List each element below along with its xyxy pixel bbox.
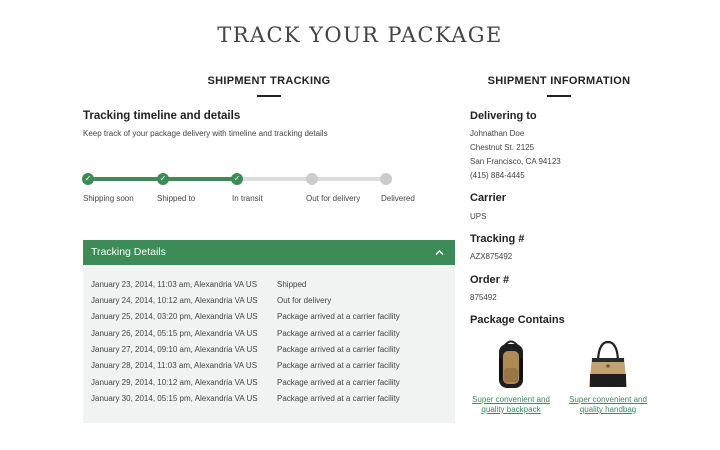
tracking-row: January 23, 2014, 11:03 am, Alexandria V… [91,280,306,289]
tracking-row: January 30, 2014, 05:15 pm, Alexandria V… [91,394,400,403]
tracking-row-date: January 24, 2014, 10:12 am, Alexandria V… [91,296,258,305]
tracking-row: January 24, 2014, 10:12 am, Alexandria V… [91,296,331,305]
shipment-tracking-heading: SHIPMENT TRACKING [189,75,349,97]
tracking-row-date: January 23, 2014, 11:03 am, Alexandria V… [91,280,258,289]
product-item-backpack: Super convenient and quality backpack [466,338,556,415]
step-marker-delivered [380,173,392,185]
product-link-line: Super convenient and [472,395,550,404]
backpack-image[interactable] [494,338,528,390]
check-icon: ✓ [159,174,167,183]
product-link-line: quality handbag [579,405,637,414]
carrier-value: UPS [470,212,487,221]
check-icon: ✓ [233,174,241,183]
step-marker-in-transit: ✓ [231,173,243,185]
tracking-details-toggle[interactable]: Tracking Details [83,240,455,265]
shipment-information-heading: SHIPMENT INFORMATION [474,75,644,97]
tracking-row-status: Package arrived at a carrier facility [277,378,400,387]
tracking-row-status: Package arrived at a carrier facility [277,361,400,370]
timeline-title: Tracking timeline and details [83,110,241,122]
carrier-label: Carrier [470,192,507,204]
heading-underline [547,95,571,97]
handbag-image[interactable] [586,338,630,390]
tracking-details-panel: Tracking Details January 23, 2014, 11:03… [83,240,455,423]
tracking-row-date: January 28, 2014, 11:03 am, Alexandria V… [91,361,258,370]
tracking-row-status: Shipped [277,280,307,289]
step-label: Out for delivery [306,194,361,203]
tracking-row-date: January 27, 2014, 09:10 am, Alexandria V… [91,345,258,354]
tracking-row-date: January 25, 2014, 03:20 pm, Alexandria V… [91,312,258,321]
tracking-row-date: January 29, 2014, 10:12 am, Alexandria V… [91,378,258,387]
product-link-backpack[interactable]: Super convenient and quality backpack [466,395,556,415]
delivering-to-label: Delivering to [470,110,537,122]
tracking-row: January 26, 2014, 05:15 pm, Alexandria V… [91,329,400,338]
step-label: In transit [232,194,263,203]
tracking-row-status: Package arrived at a carrier facility [277,345,400,354]
tracking-row: January 29, 2014, 10:12 am, Alexandria V… [91,378,400,387]
page-title: TRACK YOUR PACKAGE [217,23,503,47]
chevron-up-icon[interactable] [435,249,444,256]
tracking-row-date: January 30, 2014, 05:15 pm, Alexandria V… [91,394,258,403]
product-link-line: quality backpack [481,405,541,414]
product-link-line: Super convenient and [569,395,647,404]
product-item-handbag: Super convenient and quality handbag [563,338,653,415]
recipient-city: San Francisco, CA 94123 [470,157,561,166]
step-label: Delivered [381,194,415,203]
tracking-row: January 27, 2014, 09:10 am, Alexandria V… [91,345,400,354]
product-link-handbag[interactable]: Super convenient and quality handbag [563,395,653,415]
order-number-label: Order # [470,274,510,286]
package-contains-label: Package Contains [470,314,565,326]
tracking-row-status: Package arrived at a carrier facility [277,329,400,338]
tracking-number-label: Tracking # [470,233,525,245]
recipient-name: Johnathan Doe [470,129,525,138]
tracking-details-title: Tracking Details [91,246,166,258]
tracking-row-status: Package arrived at a carrier facility [277,394,400,403]
order-number-value: 875492 [470,293,497,302]
recipient-street: Chestnut St. 2125 [470,143,535,152]
tracking-row-status: Package arrived at a carrier facility [277,312,400,321]
step-label: Shipped to [157,194,196,203]
tracking-row: January 25, 2014, 03:20 pm, Alexandria V… [91,312,400,321]
shipment-tracking-heading-text: SHIPMENT TRACKING [207,75,331,87]
tracking-row-date: January 26, 2014, 05:15 pm, Alexandria V… [91,329,258,338]
step-marker-shipped-to: ✓ [157,173,169,185]
shipment-information-heading-text: SHIPMENT INFORMATION [487,75,631,87]
tracking-row-status: Out for delivery [277,296,332,305]
timeline-subtitle: Keep track of your package delivery with… [83,129,328,138]
tracking-number-value: AZX875492 [470,252,513,261]
step-label: Shipping soon [83,194,134,203]
step-marker-out-for-delivery [306,173,318,185]
step-marker-shipping-soon: ✓ [82,173,94,185]
check-icon: ✓ [84,174,92,183]
heading-underline [257,95,281,97]
tracking-row: January 28, 2014, 11:03 am, Alexandria V… [91,361,400,370]
recipient-phone: (415) 884-4445 [470,171,525,180]
